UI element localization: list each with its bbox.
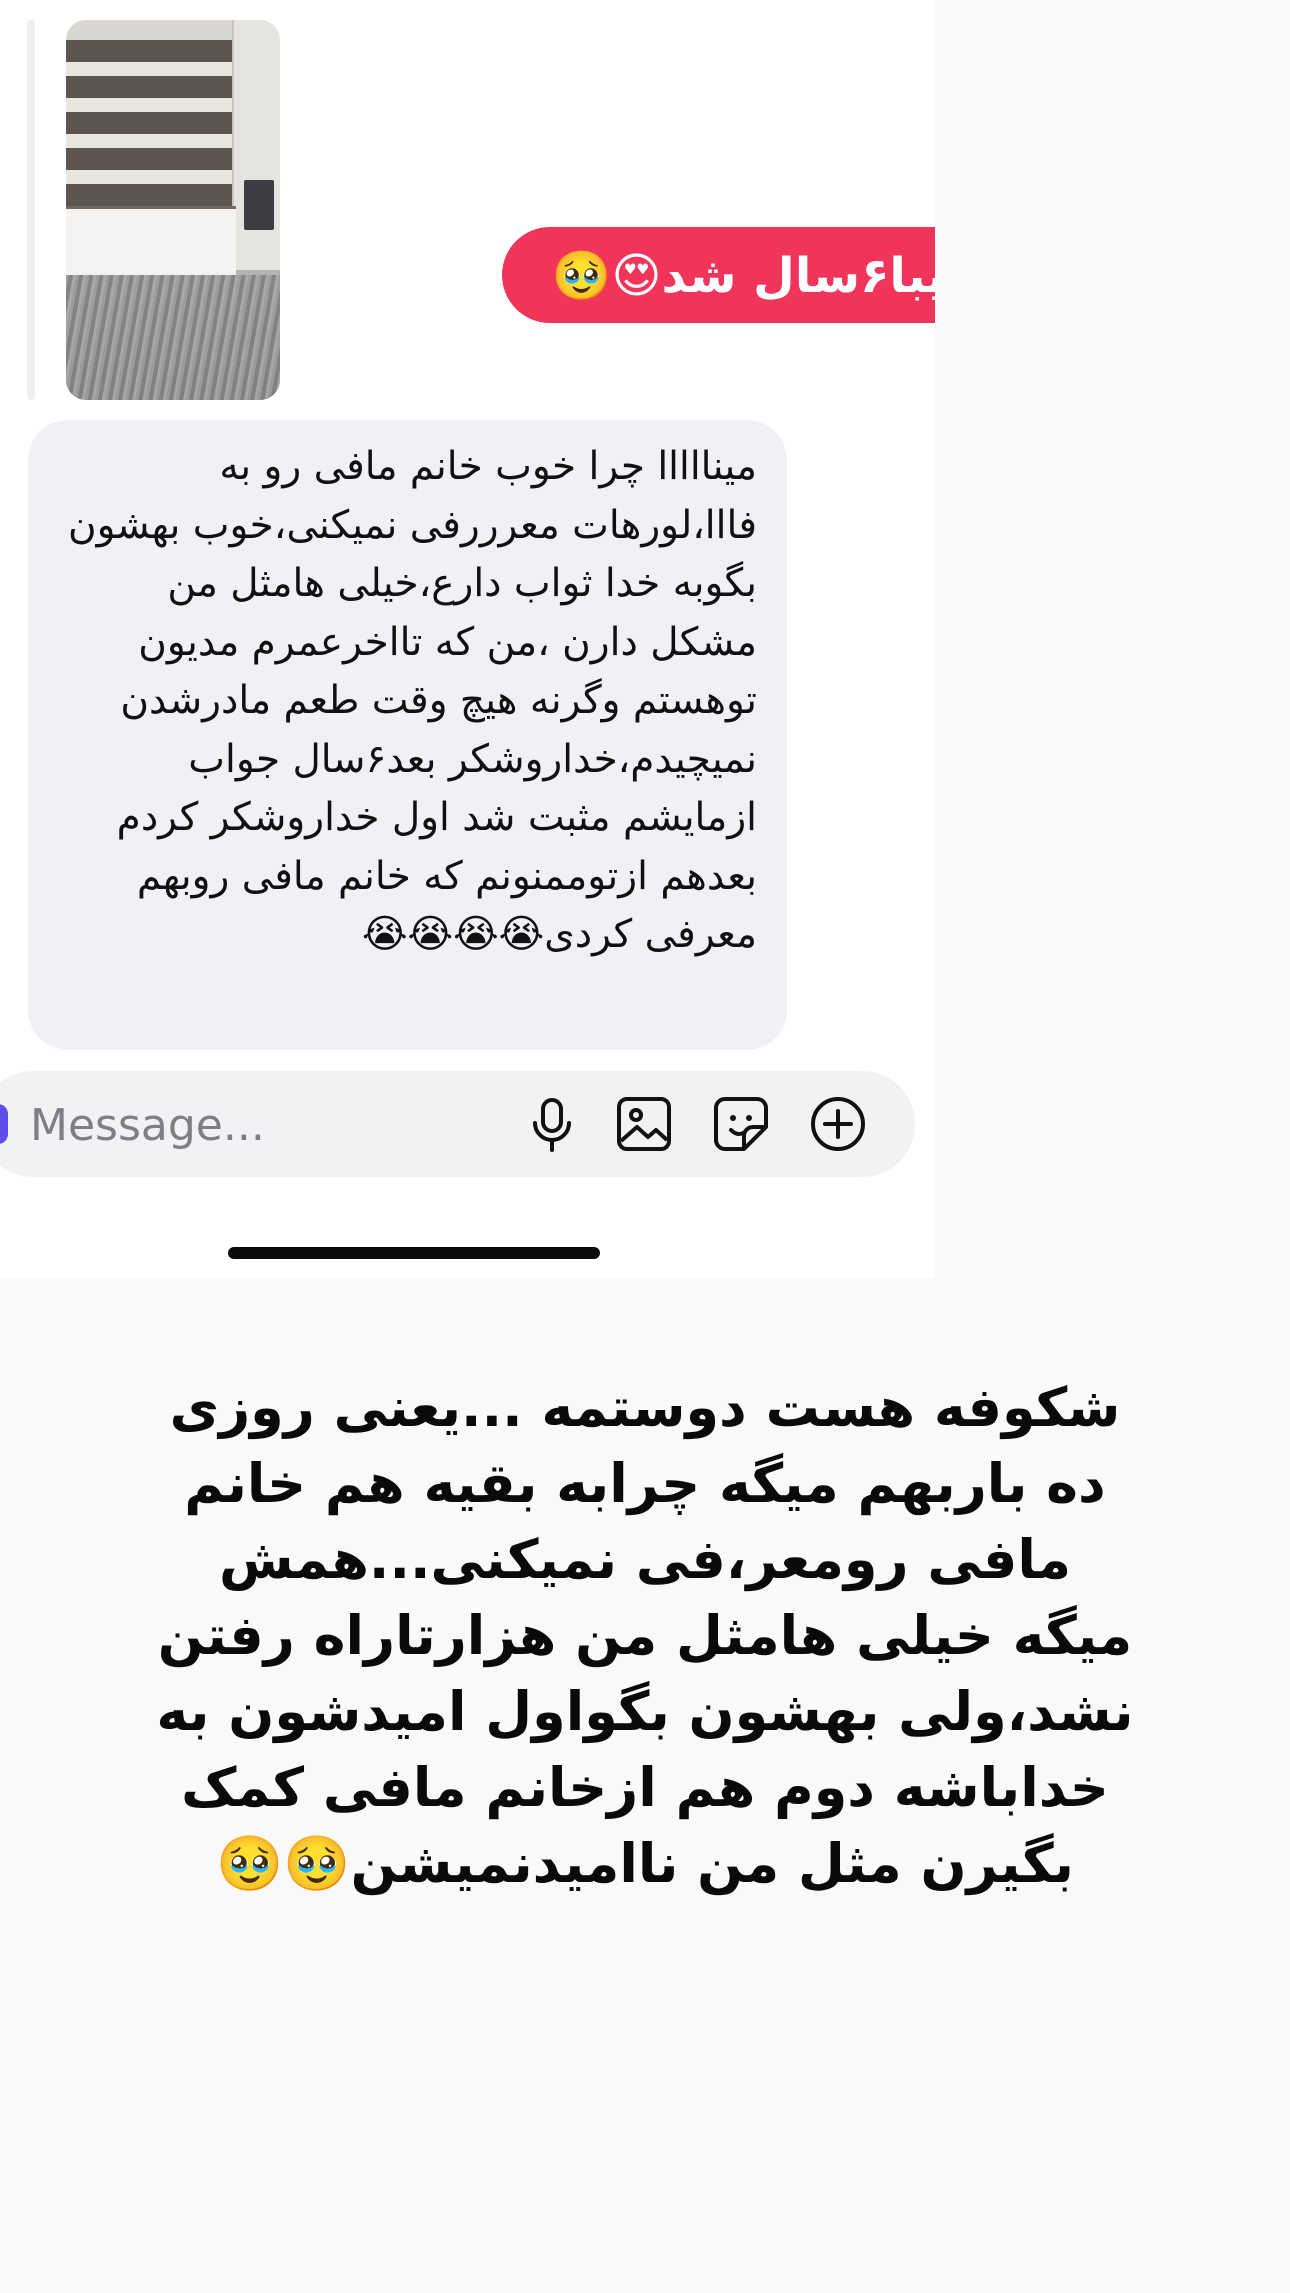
plus-circle-icon[interactable] [808,1094,868,1154]
dm-thread: بعدتقریبا۶سال شد😍🥹 مینااااا چرا خوب خانم… [0,0,935,1278]
photo-oven [244,180,274,230]
image-icon[interactable] [614,1094,674,1154]
camera-button[interactable] [0,1104,8,1144]
incoming-message-text: مینااااا چرا خوب خانم مافی رو به فااا،لو… [68,444,757,957]
home-indicator [228,1247,600,1259]
message-input[interactable] [28,1090,502,1160]
reply-indicator-bar [27,20,35,400]
photo-window-blind [66,40,234,215]
outgoing-message-text: بعدتقریبا۶سال شد😍🥹 [551,247,935,304]
outgoing-message-bubble[interactable]: بعدتقریبا۶سال شد😍🥹 [502,227,935,323]
story-caption: شکوفه هست دوستمه ...یعنی روزی ده باربهم … [156,1376,1134,1895]
sticker-icon[interactable] [711,1094,771,1154]
incoming-message-bubble[interactable]: مینااااا چرا خوب خانم مافی رو به فااا،لو… [28,420,787,1050]
photo-cabinet [232,20,280,270]
photo-bench [66,206,236,275]
microphone-icon[interactable] [522,1094,582,1154]
shared-photo[interactable] [66,20,280,400]
photo-rug [66,275,280,400]
